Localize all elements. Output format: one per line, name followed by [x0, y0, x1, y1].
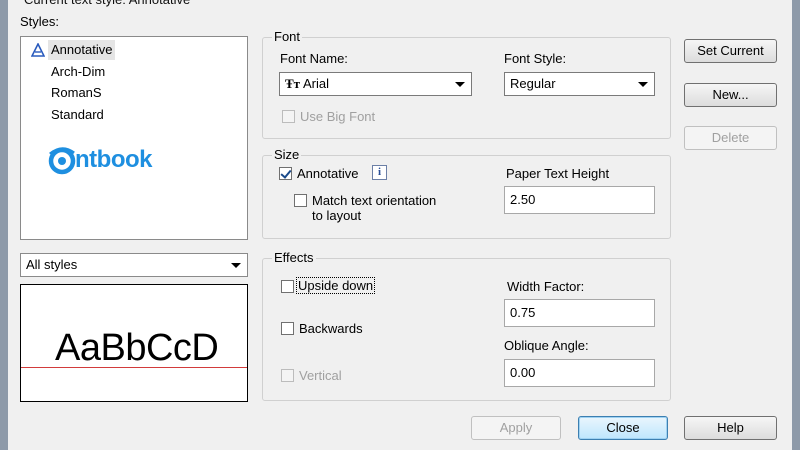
oblique-angle-label: Oblique Angle:	[504, 338, 589, 353]
styles-label-text: Styles:	[20, 14, 60, 29]
current-style-label: Current text style: Annotative	[24, 0, 190, 7]
logo-mark-icon	[48, 147, 76, 175]
styles-label: Styles:	[20, 14, 59, 29]
use-big-font-checkbox[interactable]	[282, 110, 295, 123]
window-frame-left	[0, 0, 8, 450]
chevron-down-icon	[231, 263, 241, 268]
style-item-arch-dim[interactable]: Arch-Dim	[51, 62, 105, 82]
info-icon[interactable]: i	[372, 165, 387, 180]
set-current-button[interactable]: Set Current	[684, 39, 777, 63]
help-button[interactable]: Help	[684, 416, 777, 440]
logo-text: ntbook	[75, 146, 152, 173]
vertical-checkbox[interactable]	[281, 369, 294, 382]
watermark-logo: ntbook	[47, 145, 152, 175]
backwards-checkbox[interactable]	[281, 322, 294, 335]
apply-button[interactable]: Apply	[471, 416, 561, 440]
text-preview: AaBbCcD	[20, 284, 248, 402]
match-orientation-label: Match text orientation to layout	[312, 193, 437, 223]
truetype-icon: Ŧᴛ	[285, 76, 301, 91]
width-factor-label: Width Factor:	[507, 279, 585, 294]
font-group-title: Font	[272, 29, 303, 44]
match-orientation-checkbox[interactable]	[294, 194, 307, 207]
style-item-standard[interactable]: Standard	[51, 105, 104, 125]
font-name-label: Font Name:	[280, 51, 348, 66]
backwards-label: Backwards	[299, 321, 363, 336]
width-factor-input[interactable]: 0.75	[504, 299, 655, 327]
style-item-annotative[interactable]: Annotative	[48, 40, 116, 60]
chevron-down-icon	[455, 82, 465, 87]
new-button[interactable]: New...	[684, 83, 777, 107]
style-item-romans[interactable]: RomanS	[51, 83, 102, 103]
styles-filter-value: All styles	[26, 257, 78, 272]
preview-baseline	[21, 367, 247, 368]
effects-group-title: Effects	[272, 250, 316, 265]
font-style-value: Regular	[510, 76, 556, 91]
oblique-angle-input[interactable]: 0.00	[504, 359, 655, 387]
preview-sample-text: AaBbCcD	[55, 327, 219, 369]
size-group-title: Size	[272, 147, 302, 162]
font-style-label: Font Style:	[504, 51, 567, 66]
close-button[interactable]: Close	[578, 416, 668, 440]
font-name-dropdown[interactable]: Ŧᴛ Arial	[279, 72, 472, 96]
chevron-down-icon	[638, 82, 648, 87]
annotative-icon	[31, 43, 45, 57]
paper-text-height-input[interactable]: 2.50	[504, 186, 655, 214]
window-frame-right	[792, 0, 800, 450]
delete-button[interactable]: Delete	[684, 126, 777, 150]
styles-filter-dropdown[interactable]: All styles	[20, 253, 248, 277]
upside-down-label: Upside down	[295, 277, 376, 294]
annotative-checkbox[interactable]	[279, 167, 292, 180]
annotative-label: Annotative	[297, 166, 359, 181]
font-name-value: Arial	[302, 76, 329, 91]
font-style-dropdown[interactable]: Regular	[504, 72, 655, 96]
use-big-font-label: Use Big Font	[300, 109, 376, 124]
vertical-label: Vertical	[299, 368, 342, 383]
paper-text-height-label: Paper Text Height	[506, 166, 610, 181]
upside-down-checkbox[interactable]	[281, 280, 294, 293]
styles-list[interactable]: Annotative Arch-Dim RomanS Standard ntbo…	[20, 36, 248, 240]
